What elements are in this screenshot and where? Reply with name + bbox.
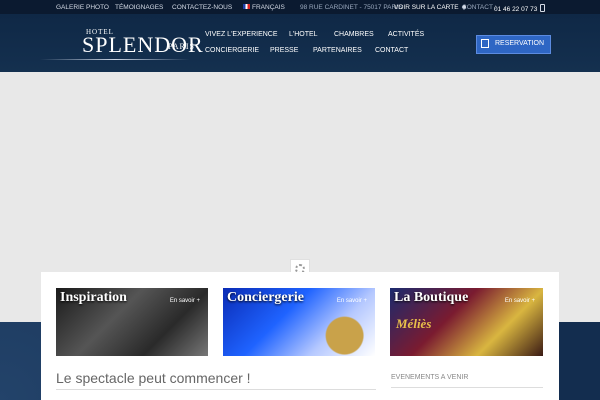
content-panel: Inspiration En savoir + Conciergerie En … — [41, 272, 559, 400]
card-title: Inspiration — [60, 290, 127, 305]
topbar-link-testimonials[interactable]: TÉMOIGNAGES — [115, 4, 163, 11]
nav-press[interactable]: PRESSE — [270, 47, 298, 54]
events-heading: EVENEMENTS A VENIR — [391, 374, 469, 381]
tagline-divider — [56, 389, 376, 390]
contact-label: CONTACT : — [462, 4, 497, 11]
card-conciergerie[interactable]: Conciergerie En savoir + — [223, 288, 375, 356]
french-flag-icon — [243, 4, 250, 9]
logo-paris: PARIS — [168, 42, 195, 51]
language-selector[interactable]: FRANÇAIS — [252, 4, 285, 11]
topbar-link-gallery[interactable]: GALERIE PHOTO — [56, 4, 109, 11]
logo-underline — [40, 59, 190, 60]
reservation-button[interactable]: RESERVATION — [476, 35, 551, 54]
events-divider — [391, 387, 543, 388]
topbar-link-contact[interactable]: CONTACTEZ-NOUS — [172, 4, 232, 11]
card-boutique[interactable]: La Boutique En savoir + Méliès — [390, 288, 543, 356]
card-title: Conciergerie — [227, 290, 304, 305]
nav-experience[interactable]: VIVEZ L'EXPERIENCE — [205, 31, 278, 38]
nav-rooms[interactable]: CHAMBRES — [334, 31, 374, 38]
card-more-link[interactable]: En savoir + — [505, 298, 535, 304]
top-bar: GALERIE PHOTO TÉMOIGNAGES CONTACTEZ-NOUS… — [0, 0, 600, 14]
nav-activities[interactable]: ACTIVITÉS — [388, 31, 424, 38]
card-title: La Boutique — [394, 290, 469, 305]
phone-number[interactable]: 01 46 22 07 73 — [494, 4, 546, 13]
boutique-sign: Méliès — [396, 316, 432, 331]
nav-contact[interactable]: CONTACT — [375, 47, 408, 54]
nav-hotel[interactable]: L'HOTEL — [289, 31, 318, 38]
card-more-link[interactable]: En savoir + — [170, 298, 200, 304]
map-link[interactable]: VOIR SUR LA CARTE — [394, 4, 467, 11]
address-text: 98 RUE CARDINET - 75017 PARIS — [300, 4, 403, 11]
nav-partners[interactable]: PARTENAIRES — [313, 47, 362, 54]
phone-icon — [540, 4, 546, 12]
card-inspiration[interactable]: Inspiration En savoir + — [56, 288, 208, 356]
reservation-label: RESERVATION — [495, 40, 545, 47]
calendar-icon — [481, 39, 489, 48]
card-more-link[interactable]: En savoir + — [337, 298, 367, 304]
tagline: Le spectacle peut commencer ! — [56, 370, 251, 386]
nav-concierge[interactable]: CONCIERGERIE — [205, 47, 259, 54]
